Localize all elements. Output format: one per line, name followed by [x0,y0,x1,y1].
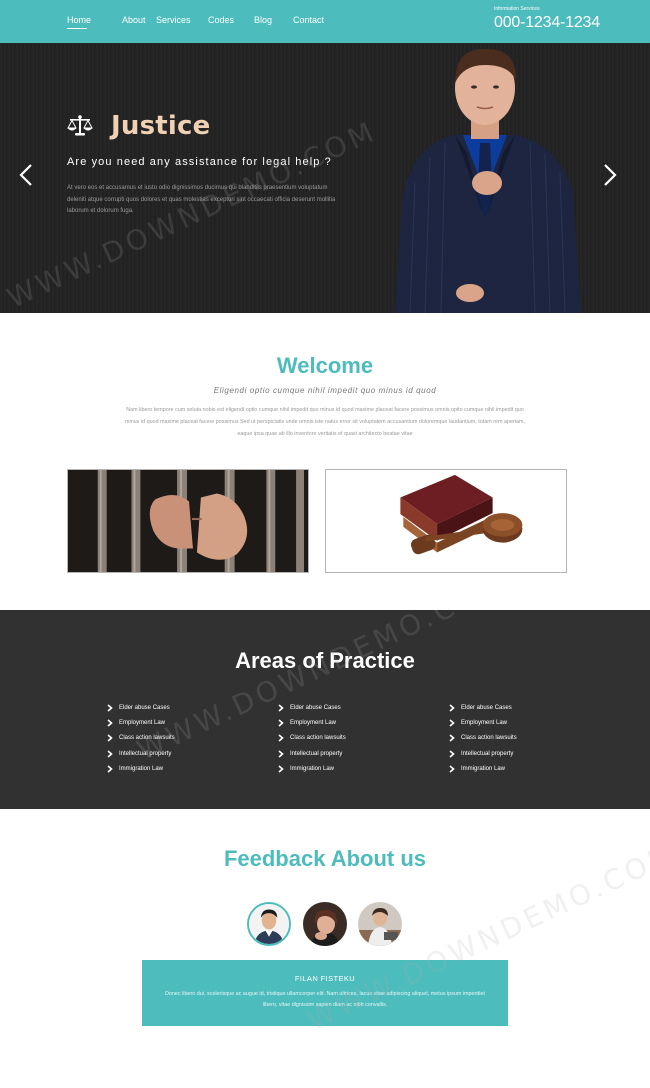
practice-link[interactable]: Elder abuse Cases [106,700,175,715]
practice-link[interactable]: Class action lawsuits [448,731,517,746]
practice-link[interactable]: Intellectual property [106,746,175,761]
feedback-title: Feedback About us [223,846,427,871]
practice-link-label: Elder abuse Cases [119,704,170,711]
chevron-right-icon [277,750,285,758]
lawyer-photo [395,48,581,313]
practice-link-label: Class action lawsuits [290,735,346,742]
testimonial-text: Donec libero dui, scelerisque ac augue i… [165,991,485,1008]
chevron-right-icon [106,750,114,758]
nav-item-codes[interactable]: Codes [208,0,254,43]
practice-link[interactable]: Elder abuse Cases [448,700,517,715]
practice-link-label: Elder abuse Cases [290,704,341,711]
practice-section: Areas of Practice Elder abuse Cases Empl… [0,610,650,809]
practice-link-label: Immigration Law [461,766,506,773]
practice-link[interactable]: Intellectual property [277,746,346,761]
practice-column: Elder abuse Cases Employment Law Class a… [277,700,346,777]
testimonial-name: FILAN FISTEKU [294,974,356,983]
practice-link-label: Elder abuse Cases [461,704,512,711]
practice-column: Elder abuse Cases Employment Law Class a… [448,700,517,777]
chevron-left-icon[interactable] [18,163,34,187]
practice-link[interactable]: Immigration Law [277,762,346,777]
practice-link[interactable]: Class action lawsuits [106,731,175,746]
chevron-right-icon [277,734,285,743]
chevron-right-icon [106,765,114,773]
testimonial-card: FILAN FISTEKU Donec libero dui, sceleris… [142,960,508,1026]
chevron-right-icon [448,704,456,712]
nav-item-home[interactable]: Home [67,0,122,43]
nav-item-contact[interactable]: Contact [293,0,333,43]
practice-link-label: Employment Law [119,720,166,727]
welcome-subtitle: Eligendi optio cumque nihil impedit quo … [213,386,437,395]
nav-item-about[interactable]: About [122,0,156,43]
phone-number[interactable]: 000-1234-1234 [494,13,600,33]
top-navbar: Home About Services Codes Blog Contact I… [0,0,650,43]
avatar-1[interactable] [247,902,291,946]
practice-link-label: Class action lawsuits [119,735,175,742]
scales-of-justice-icon [67,115,93,136]
practice-link-label: Intellectual property [461,750,514,757]
gavel-books-image [325,469,567,573]
practice-link[interactable]: Elder abuse Cases [277,700,346,715]
chevron-right-icon [448,765,456,773]
practice-link-label: Employment Law [290,720,337,727]
practice-link[interactable]: Employment Law [448,715,517,730]
practice-link-label: Immigration Law [119,766,164,773]
practice-link-label: Employment Law [461,720,508,727]
hero-logo: Justice [67,111,210,141]
practice-link[interactable]: Employment Law [277,715,346,730]
hero-slider: Justice Are you need any assistance for … [0,43,650,313]
info-label: Information Services [494,6,540,12]
chevron-right-icon [106,704,114,712]
practice-link-label: Intellectual property [119,750,172,757]
welcome-title: Welcome [276,353,374,378]
nav-item-services[interactable]: Services [156,0,208,43]
hero-subtitle: Are you need any assistance for legal he… [67,156,332,168]
prison-bars-image [67,469,309,573]
practice-link[interactable]: Intellectual property [448,746,517,761]
avatar-3[interactable] [358,902,402,946]
avatar-2[interactable] [303,902,347,946]
chevron-right-icon [277,704,285,712]
nav-item-blog[interactable]: Blog [254,0,293,43]
practice-link[interactable]: Immigration Law [448,762,517,777]
chevron-right-icon [106,719,114,727]
practice-link[interactable]: Class action lawsuits [277,731,346,746]
chevron-right-icon [277,765,285,773]
chevron-right-icon [277,719,285,727]
practice-link-label: Immigration Law [290,766,335,773]
chevron-right-icon [448,719,456,727]
chevron-right-icon [106,734,114,743]
practice-link-label: Class action lawsuits [461,735,517,742]
practice-title: Areas of Practice [235,648,415,673]
chevron-right-icon[interactable] [602,163,618,187]
nav-menu: Home About Services Codes Blog Contact [67,0,333,43]
practice-link[interactable]: Immigration Law [106,762,175,777]
contact-info: Information Services 000-1234-1234 [494,6,600,33]
practice-link-label: Intellectual property [290,750,343,757]
chevron-right-icon [448,750,456,758]
practice-link[interactable]: Employment Law [106,715,175,730]
chevron-right-icon [448,734,456,743]
hero-description: At vero eos et accusamus et iusto odio d… [67,185,336,214]
hero-title: Justice [111,111,211,141]
practice-column: Elder abuse Cases Employment Law Class a… [106,700,175,777]
welcome-text: Nam libero tempore cum soluta nobis est … [125,407,525,437]
